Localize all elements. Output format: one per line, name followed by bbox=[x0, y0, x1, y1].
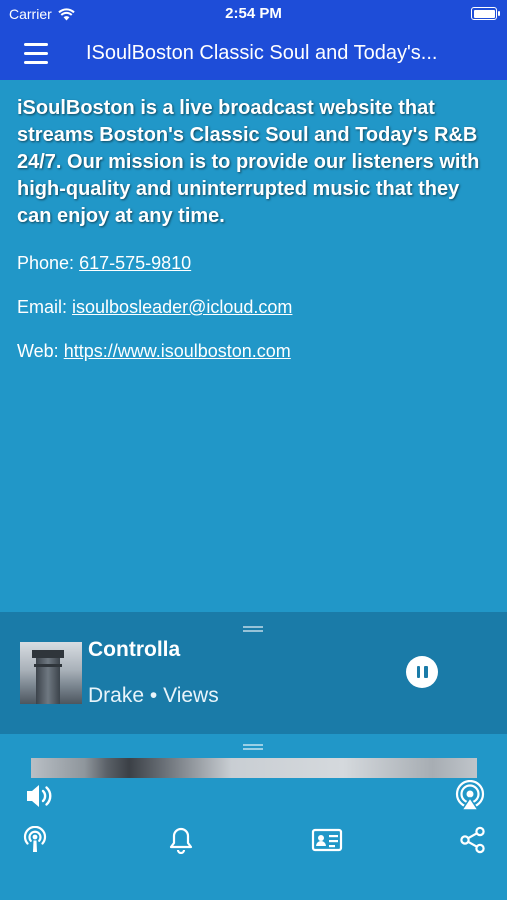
broadcast-button[interactable] bbox=[21, 826, 49, 854]
airplay-button[interactable] bbox=[454, 780, 486, 812]
album-name: Views bbox=[163, 684, 219, 707]
share-icon bbox=[460, 826, 485, 854]
banner-image bbox=[31, 758, 477, 778]
page-title: ISoulBoston Classic Soul and Today's... bbox=[86, 42, 438, 64]
notifications-button[interactable] bbox=[168, 826, 194, 854]
broadcast-icon bbox=[23, 826, 47, 852]
bottom-panel bbox=[0, 734, 507, 900]
bell-icon bbox=[169, 827, 193, 854]
pause-button[interactable] bbox=[406, 656, 438, 688]
contact-card-icon bbox=[311, 828, 343, 852]
nav-bar: ISoulBoston Classic Soul and Today's... bbox=[0, 28, 507, 80]
pause-icon bbox=[416, 666, 420, 678]
battery-icon bbox=[471, 7, 500, 20]
email-link[interactable]: isoulbosleader@icloud.com bbox=[72, 297, 292, 317]
bottom-drag-handle[interactable] bbox=[243, 744, 263, 750]
phone-line: Phone: 617-575-9810 bbox=[17, 252, 492, 274]
hamburger-menu-button[interactable] bbox=[22, 40, 52, 68]
phone-link[interactable]: 617-575-9810 bbox=[79, 253, 191, 273]
meta-separator: • bbox=[149, 684, 158, 707]
share-button[interactable] bbox=[459, 826, 487, 854]
status-time: 2:54 PM bbox=[225, 5, 282, 22]
web-label: Web: bbox=[17, 341, 59, 361]
about-content: iSoulBoston is a live broadcast website … bbox=[17, 95, 492, 362]
web-line: Web: https://www.isoulboston.com bbox=[17, 340, 492, 362]
artist-name: Drake bbox=[88, 684, 145, 707]
mission-text: iSoulBoston is a live broadcast website … bbox=[17, 97, 480, 227]
drag-handle[interactable] bbox=[243, 626, 263, 632]
album-art bbox=[20, 642, 82, 704]
contact-button[interactable] bbox=[311, 826, 343, 854]
email-line: Email: isoulbosleader@icloud.com bbox=[17, 296, 492, 318]
speaker-icon bbox=[27, 785, 52, 807]
volume-button[interactable] bbox=[24, 782, 54, 810]
web-link[interactable]: https://www.isoulboston.com bbox=[64, 341, 291, 361]
airplay-icon bbox=[455, 780, 485, 811]
email-label: Email: bbox=[17, 297, 68, 317]
song-title: Controlla bbox=[88, 638, 181, 661]
status-bar: Carrier 2:54 PM bbox=[0, 0, 507, 28]
song-meta: Drake • Views bbox=[88, 684, 219, 708]
now-playing-bar[interactable]: Controlla Drake • Views bbox=[0, 612, 507, 734]
phone-label: Phone: bbox=[17, 253, 75, 273]
